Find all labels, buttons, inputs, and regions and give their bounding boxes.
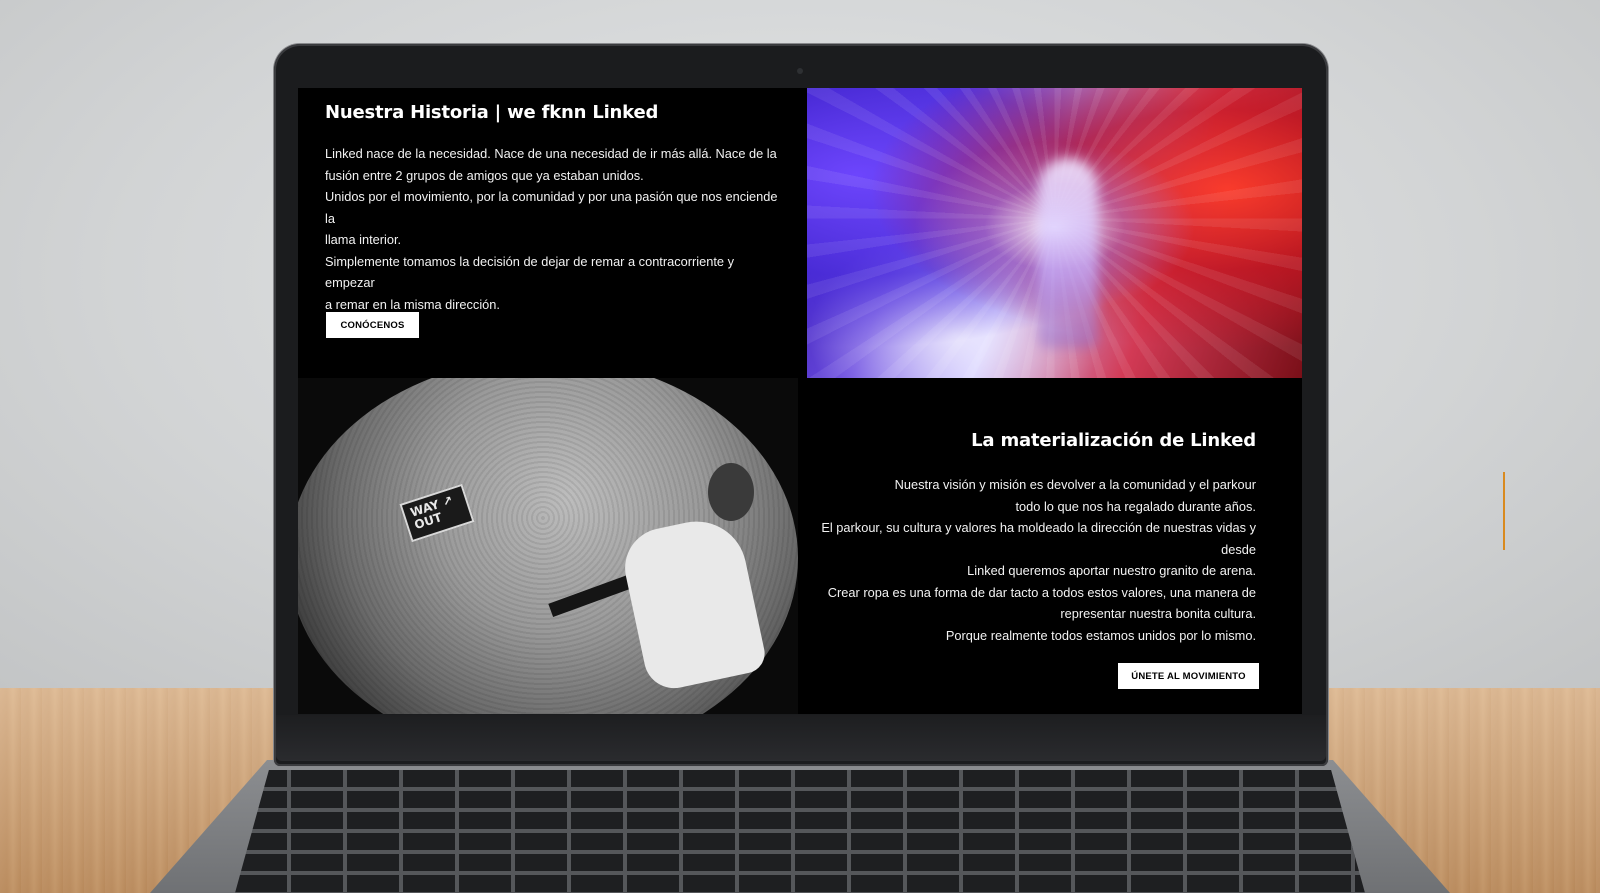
person-head bbox=[708, 463, 754, 521]
fisheye-photo: WAY ↗ OUT bbox=[298, 378, 798, 714]
history-title: Nuestra Historia | we fknn Linked bbox=[325, 102, 659, 123]
materialization-line: todo lo que nos ha regalado durante años… bbox=[1015, 498, 1257, 514]
history-line: fusión entre 2 grupos de amigos que ya e… bbox=[325, 167, 644, 183]
laptop-keyboard bbox=[235, 770, 1365, 893]
materialization-title: La materialización de Linked bbox=[971, 430, 1256, 451]
materialization-line: Linked queremos aportar nuestro granito … bbox=[967, 563, 1256, 578]
history-section: Nuestra Historia | we fknn Linked Linked… bbox=[298, 88, 798, 378]
materialization-line: El parkour, su cultura y valores ha mold… bbox=[821, 520, 1256, 557]
accent-line bbox=[1503, 472, 1505, 550]
materialization-line: Nuestra visión y misión es devolver a la… bbox=[894, 477, 1256, 492]
history-line: Linked nace de la necesidad. Nace de una… bbox=[325, 146, 777, 161]
history-line: Unidos por el movimiento, por la comunid… bbox=[325, 189, 778, 226]
materialization-line: Porque realmente todos estamos unidos po… bbox=[945, 627, 1256, 643]
materialization-line: representar nuestra bonita cultura. bbox=[1060, 606, 1256, 621]
history-line: llama interior. bbox=[325, 232, 402, 247]
conocenos-button[interactable]: CONÓCENOS bbox=[326, 312, 419, 338]
history-line: Simplemente tomamos la decisión de dejar… bbox=[325, 253, 734, 291]
laptop-bezel-chin bbox=[276, 715, 1326, 761]
blurred-figure bbox=[1038, 158, 1098, 348]
materialization-text: Nuestra visión y misión es devolver a la… bbox=[786, 474, 1256, 646]
laptop-screen: Nuestra Historia | we fknn Linked Linked… bbox=[298, 88, 1302, 714]
webcam-icon bbox=[797, 68, 803, 74]
materialization-line: Crear ropa es una forma de dar tacto a t… bbox=[827, 584, 1256, 600]
history-text: Linked nace de la necesidad. Nace de una… bbox=[325, 143, 785, 315]
join-movement-button[interactable]: ÚNETE AL MOVIMIENTO bbox=[1118, 663, 1259, 689]
